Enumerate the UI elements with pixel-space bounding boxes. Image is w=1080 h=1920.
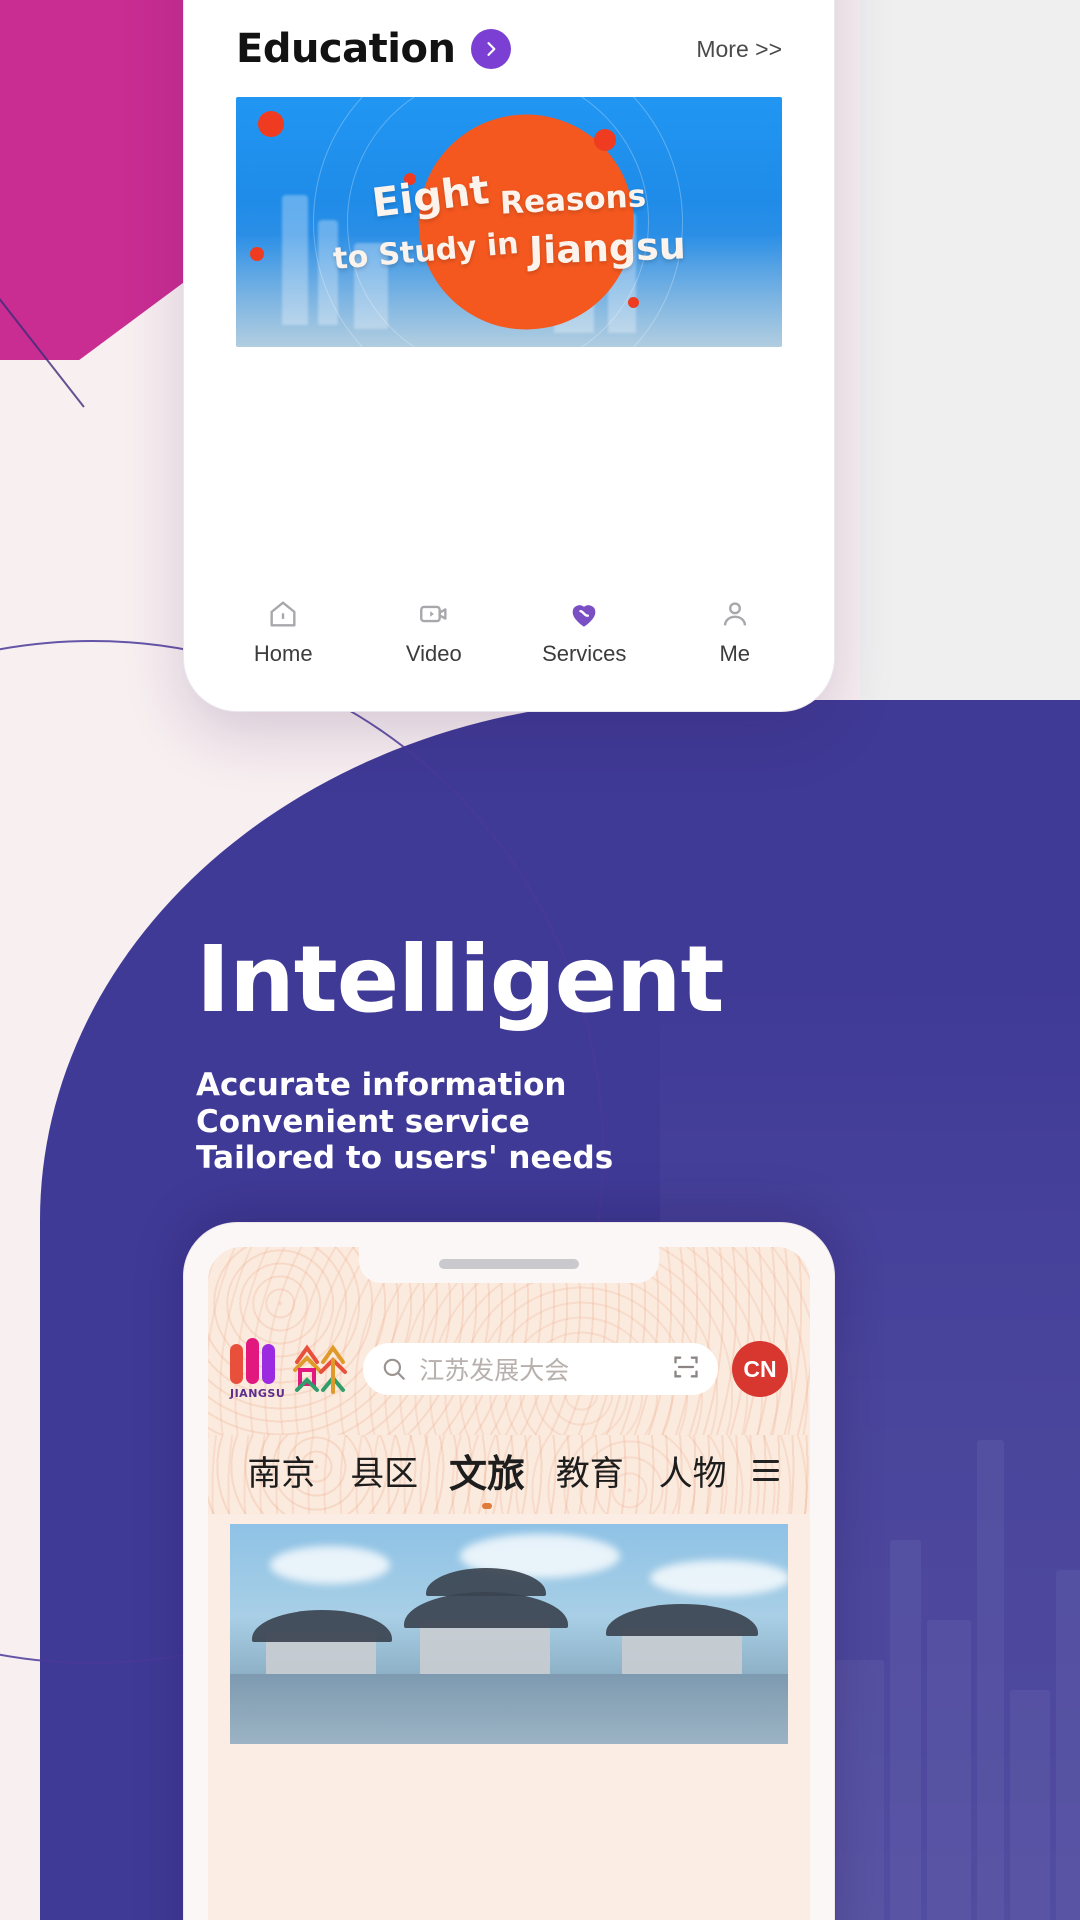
city-building bbox=[1010, 1690, 1050, 1920]
person-icon bbox=[718, 597, 752, 631]
hero-roof bbox=[252, 1610, 392, 1642]
app-nav-tabs: 南京 县区 文旅 教育 人物 bbox=[208, 1435, 810, 1514]
phone-screen-top: Lifestyle More >> CultureCuisineAttracti… bbox=[208, 0, 810, 687]
search-icon bbox=[384, 1358, 406, 1380]
section-title-education: Education bbox=[236, 26, 456, 72]
banner-word-jiangsu: Jiangsu bbox=[527, 223, 687, 273]
jiangsu-logo[interactable]: JIANGSU bbox=[230, 1338, 349, 1400]
city-building bbox=[890, 1540, 921, 1920]
hero-roof bbox=[404, 1592, 568, 1628]
tabbar-item-video[interactable]: Video bbox=[359, 597, 510, 667]
banner-word-tostudy: to Study in bbox=[331, 225, 520, 278]
poster-canvas: Lifestyle More >> CultureCuisineAttracti… bbox=[0, 0, 1080, 1920]
section-title-group: Education bbox=[236, 26, 512, 72]
background-right-panel bbox=[860, 0, 1080, 700]
search-placeholder: 江苏发展大会 bbox=[419, 1356, 570, 1385]
subtitle-line-1: Accurate information bbox=[196, 1067, 567, 1104]
education-banner[interactable]: Eight Reasons to Study in Jiangsu bbox=[236, 97, 782, 347]
tabbar-item-services[interactable]: Services bbox=[509, 597, 660, 667]
phone-speaker bbox=[439, 1259, 579, 1269]
nav-tab-文旅[interactable]: 文旅 bbox=[436, 1443, 539, 1498]
banner-line-1: Eight Reasons bbox=[236, 167, 782, 227]
banner-line-2: to Study in Jiangsu bbox=[236, 223, 782, 277]
city-building bbox=[927, 1620, 971, 1920]
tabbar-item-label: Services bbox=[542, 641, 627, 666]
more-link-education[interactable]: More >> bbox=[696, 36, 782, 63]
tabbar-item-me[interactable]: Me bbox=[660, 597, 811, 667]
banner-word-reasons: Reasons bbox=[498, 178, 647, 222]
chevron-right-icon[interactable] bbox=[471, 29, 512, 69]
phone-screen-bottom: JIANGSU 江苏发展大会 CN 南京 县区 文旅 教育 人物 bbox=[208, 1247, 810, 1920]
phone-mockup-bottom: JIANGSU 江苏发展大会 CN 南京 县区 文旅 教育 人物 bbox=[183, 1222, 835, 1920]
hero-cloud bbox=[650, 1560, 788, 1596]
bottom-tabbar: Home Video Services Me bbox=[208, 570, 810, 687]
hero-roof bbox=[606, 1604, 758, 1636]
banner-dot bbox=[258, 111, 284, 137]
city-building bbox=[836, 1660, 884, 1920]
page-title: Intelligent bbox=[196, 926, 724, 1033]
tabbar-item-label: Video bbox=[405, 641, 462, 666]
nav-tab-县区[interactable]: 县区 bbox=[333, 1446, 436, 1495]
nav-tab-人物[interactable]: 人物 bbox=[641, 1446, 744, 1495]
tabbar-item-label: Home bbox=[253, 641, 313, 666]
banner-dot bbox=[628, 297, 639, 308]
subtitle-line-3: Tailored to users' needs bbox=[196, 1140, 614, 1177]
hamburger-icon[interactable] bbox=[744, 1460, 788, 1481]
hero-image[interactable] bbox=[230, 1524, 788, 1744]
banner-word-eight: Eight bbox=[369, 167, 492, 227]
city-building bbox=[977, 1440, 1004, 1920]
nav-tab-南京[interactable]: 南京 bbox=[230, 1446, 333, 1495]
banner-text-group: Eight Reasons to Study in Jiangsu bbox=[236, 167, 782, 277]
logo-wordmark: JIANGSU bbox=[230, 1387, 286, 1400]
banner-dot bbox=[594, 129, 616, 151]
city-building bbox=[1056, 1570, 1080, 1920]
phone-mockup-top: Lifestyle More >> CultureCuisineAttracti… bbox=[183, 0, 835, 712]
section-header-education: Education More >> bbox=[236, 1, 782, 97]
nav-tab-教育[interactable]: 教育 bbox=[538, 1446, 641, 1495]
tabbar-item-home[interactable]: Home bbox=[208, 597, 359, 667]
logo-pavilion-icon bbox=[293, 1344, 348, 1394]
scan-icon[interactable] bbox=[672, 1353, 700, 1386]
heart-icon bbox=[567, 597, 601, 631]
language-badge[interactable]: CN bbox=[732, 1341, 788, 1397]
logo-bars-icon bbox=[230, 1338, 285, 1384]
search-input[interactable]: 江苏发展大会 bbox=[363, 1343, 718, 1395]
hero-cloud bbox=[270, 1546, 390, 1584]
home-icon bbox=[266, 597, 300, 631]
video-icon bbox=[417, 597, 451, 631]
section-education: Education More >> Eight Reasons to Study… bbox=[208, 1, 810, 347]
tabbar-item-label: Me bbox=[719, 641, 751, 666]
subtitle-line-2: Convenient service bbox=[196, 1103, 530, 1140]
hero-water bbox=[230, 1674, 788, 1744]
